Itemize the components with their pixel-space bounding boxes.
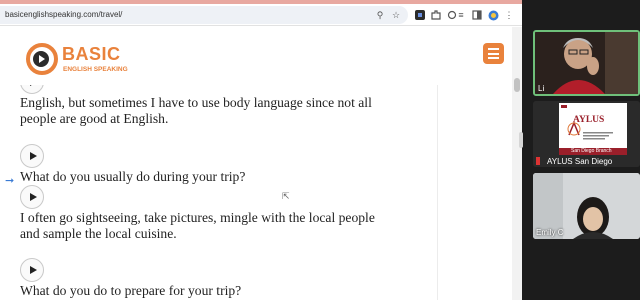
zoom-icon[interactable]: ⚲ — [374, 9, 386, 21]
scrollbar-thumb[interactable] — [514, 78, 520, 92]
browser-toolbar: basicenglishspeaking.com/travel/ ⚲ ☆ ≡ ⋮ — [0, 4, 522, 26]
slide-title-text: AYLUS — [573, 115, 605, 125]
page-scrollbar[interactable] — [512, 27, 522, 300]
site-logo-text[interactable]: BASIC — [62, 44, 121, 65]
slide-caption-text: San Diego Branch — [571, 148, 612, 154]
site-logo-subtext: ENGLISH SPEAKING — [63, 66, 128, 73]
mouse-cursor-icon: ⇱ — [282, 191, 290, 201]
current-line-arrow-icon: ➞ — [5, 175, 15, 187]
logo-play-icon — [39, 55, 45, 63]
participant-name-label: Li — [538, 84, 545, 93]
side-panel-icon[interactable] — [471, 9, 483, 21]
shared-browser-window: basicenglishspeaking.com/travel/ ⚲ ☆ ≡ ⋮… — [0, 0, 522, 300]
bookmark-star-icon[interactable]: ☆ — [390, 9, 402, 21]
media-controls-icon[interactable]: ≡ — [455, 9, 467, 21]
audio-play-button[interactable] — [20, 258, 44, 282]
answer-text-line: I often go sightseeing, take pictures, m… — [20, 210, 375, 225]
panel-resize-handle[interactable] — [519, 132, 523, 148]
audio-play-button[interactable] — [20, 144, 44, 168]
participant-name-label: AYLUS San Diego — [547, 157, 613, 166]
audio-play-button[interactable] — [20, 185, 44, 209]
hamburger-menu-button[interactable] — [483, 43, 504, 64]
audio-play-button[interactable] — [20, 85, 44, 94]
answer-text-line: English, but sometimes I have to use bod… — [20, 95, 372, 110]
article-content: English, but sometimes I have to use bod… — [0, 85, 438, 300]
question-text-line: What do you usually do during your trip? — [20, 169, 246, 184]
participant-tile-emily[interactable]: Emily C — [533, 173, 640, 239]
participant-tile-aylus[interactable]: AYLUS San Diego Branch AYLUS San Diego — [533, 101, 640, 167]
participant-tile-li[interactable]: Li — [533, 30, 640, 96]
answer-text-line: people are good at English. — [20, 111, 169, 126]
participant-video-li — [535, 32, 638, 94]
more-options-icon[interactable]: ⋮ — [503, 9, 515, 21]
answer-text-line: and sample the local cuisine. — [20, 226, 177, 241]
url-text: basicenglishspeaking.com/travel/ — [5, 10, 123, 19]
extension-badge-icon[interactable] — [414, 9, 426, 21]
question-text-line: What do you do to prepare for your trip? — [20, 283, 242, 298]
profile-avatar-icon[interactable] — [487, 9, 499, 21]
extensions-puzzle-icon[interactable] — [430, 9, 442, 21]
address-bar[interactable]: basicenglishspeaking.com/travel/ — [0, 6, 408, 24]
participant-name-label: Emily C — [536, 228, 564, 237]
